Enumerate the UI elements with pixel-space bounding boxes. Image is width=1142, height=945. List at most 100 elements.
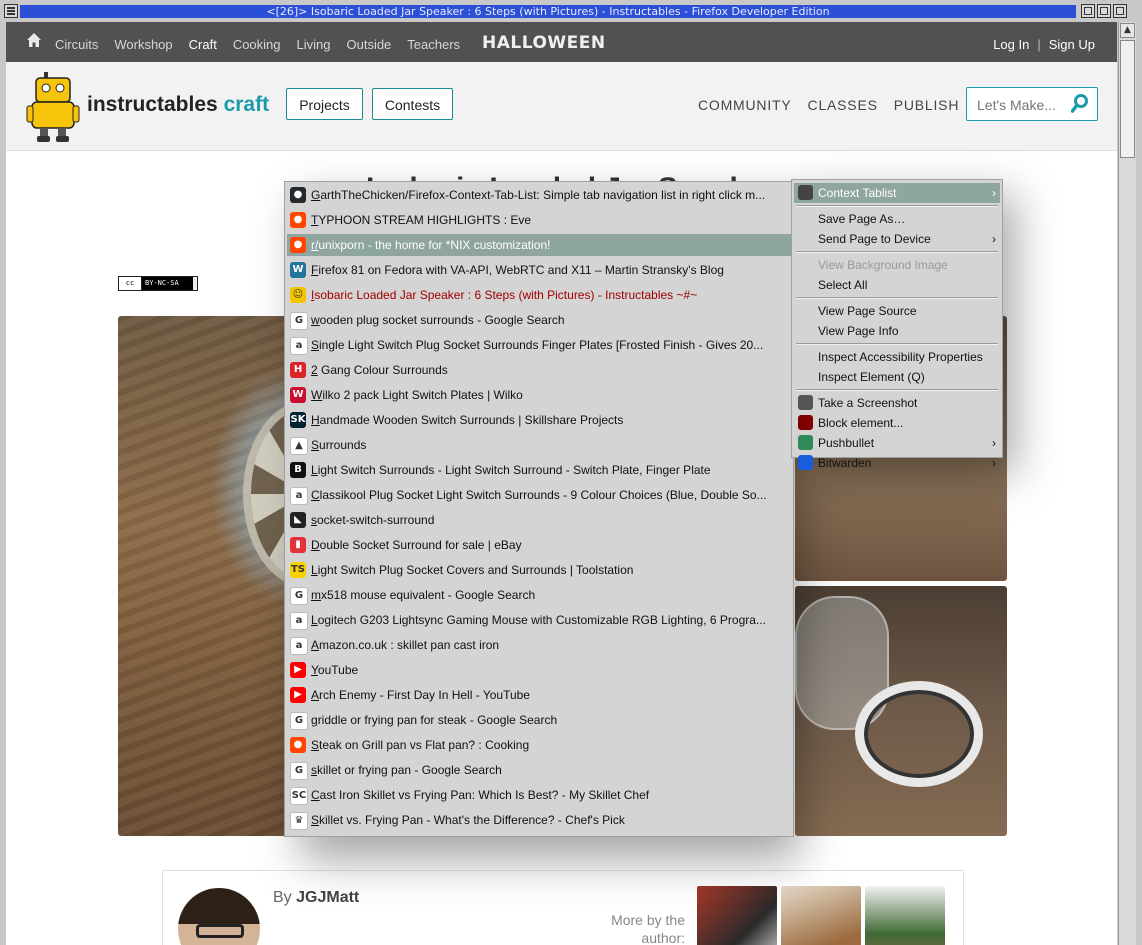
- tablist-item[interactable]: Ggriddle or frying pan for steak - Googl…: [287, 709, 791, 731]
- menu-item-label: Bitwarden: [818, 456, 872, 470]
- tablist-item-label: Classikool Plug Socket Light Switch Surr…: [311, 488, 767, 502]
- tablist-item[interactable]: H 2 Gang Colour Surrounds: [287, 359, 791, 381]
- menu-item-save-page-as[interactable]: Save Page As…: [794, 209, 1000, 229]
- menu-item-take-a-screenshot[interactable]: Take a Screenshot: [794, 393, 1000, 413]
- search-box[interactable]: [966, 87, 1098, 121]
- tablist-item[interactable]: B Light Switch Surrounds - Light Switch S…: [287, 459, 791, 481]
- hamilton-icon: H: [290, 362, 306, 378]
- tablist-item[interactable]: ♛ Skillet vs. Frying Pan - What's the Dif…: [287, 809, 791, 831]
- tablist-item-label: wooden plug socket surrounds - Google Se…: [311, 313, 565, 327]
- menu-item-pushbullet[interactable]: Pushbullet ›: [794, 433, 1000, 453]
- tablist-item[interactable]: ▲ Surrounds: [287, 434, 791, 456]
- author-project-thumb[interactable]: [697, 886, 777, 945]
- tablist-item[interactable]: ● Steak on Grill pan vs Flat pan? : Cooki…: [287, 734, 791, 756]
- signup-link[interactable]: Sign Up: [1049, 37, 1095, 52]
- license-badge[interactable]: cc BY-NC-SA: [118, 276, 198, 291]
- scrollbar-thumb[interactable]: [1120, 40, 1135, 158]
- tablist-item-label: Surrounds: [311, 438, 367, 452]
- contests-button[interactable]: Contests: [372, 88, 453, 120]
- nav-category-teachers[interactable]: Teachers: [407, 37, 460, 52]
- header-link-publish[interactable]: PUBLISH: [894, 97, 960, 113]
- maximize-icon[interactable]: [1097, 4, 1111, 18]
- tablist-item[interactable]: a Amazon.co.uk : skillet pan cast iron: [287, 634, 791, 656]
- github-icon: ●: [290, 187, 306, 203]
- tablist-item[interactable]: ▶ Arch Enemy - First Day In Hell - YouTub…: [287, 684, 791, 706]
- tablist-item-label: Isobaric Loaded Jar Speaker : 6 Steps (w…: [311, 288, 698, 302]
- minimize-icon[interactable]: [1081, 4, 1095, 18]
- projects-button[interactable]: Projects: [286, 88, 363, 120]
- chefspick-icon: ♛: [290, 812, 308, 830]
- close-icon[interactable]: [1113, 4, 1127, 18]
- reddit-icon: ●: [290, 737, 306, 753]
- menu-item-view-page-source[interactable]: View Page Source: [794, 301, 1000, 321]
- menu-separator: [796, 297, 998, 299]
- tablist-item[interactable]: ◣ socket-switch-surround: [287, 509, 791, 531]
- tablist-item-label: Cast Iron Skillet vs Frying Pan: Which I…: [311, 788, 650, 802]
- window-menu-icon[interactable]: [4, 4, 18, 18]
- author-name[interactable]: JGJMatt: [296, 889, 359, 906]
- menu-item-select-all[interactable]: Select All: [794, 275, 1000, 295]
- tablist-item-label: GarthTheChicken/Firefox-Context-Tab-List…: [311, 188, 766, 202]
- tablist-item-label: Skillet vs. Frying Pan - What's the Diff…: [311, 813, 625, 827]
- tablist-item-label: skillet or frying pan - Google Search: [311, 763, 502, 777]
- author-project-thumb[interactable]: [865, 886, 945, 945]
- header-link-community[interactable]: COMMUNITY: [698, 97, 792, 113]
- tablist-item[interactable]: W Firefox 81 on Fedora with VA-API, WebRT…: [287, 259, 791, 281]
- window-title: <[26]> Isobaric Loaded Jar Speaker : 6 S…: [266, 5, 830, 18]
- search-input[interactable]: [975, 94, 1071, 116]
- menu-item-inspect-element-q[interactable]: Inspect Element (Q): [794, 367, 1000, 387]
- skilletchef-icon: SC: [290, 787, 308, 805]
- tablist-item[interactable]: Gmx518 mouse equivalent - Google Search: [287, 584, 791, 606]
- menu-item-block-element[interactable]: Block element...: [794, 413, 1000, 433]
- tablist-item[interactable]: ● TYPHOON STREAM HIGHLIGHTS : Eve: [287, 209, 791, 231]
- nav-category-outside[interactable]: Outside: [346, 37, 391, 52]
- author-project-thumb[interactable]: [781, 886, 861, 945]
- tablist-item[interactable]: W Wilko 2 pack Light Switch Plates | Wilk…: [287, 384, 791, 406]
- tablist-item[interactable]: ● GarthTheChicken/Firefox-Context-Tab-Lis…: [287, 184, 791, 206]
- tablist-item[interactable]: SK Handmade Wooden Switch Surrounds | Ski…: [287, 409, 791, 431]
- tablist-item-label: Handmade Wooden Switch Surrounds | Skill…: [311, 413, 624, 427]
- tablist-item[interactable]: SC Cast Iron Skillet vs Frying Pan: Which…: [287, 784, 791, 806]
- menu-item-bitwarden[interactable]: Bitwarden ›: [794, 453, 1000, 473]
- halloween-promo[interactable]: HALLOWEEN: [482, 33, 606, 53]
- amazon-icon: a: [290, 337, 308, 355]
- tablist-item[interactable]: ☺ Isobaric Loaded Jar Speaker : 6 Steps (…: [287, 284, 791, 306]
- tablist-item[interactable]: Gskillet or frying pan - Google Search: [287, 759, 791, 781]
- instructables-robot-logo[interactable]: [26, 70, 84, 144]
- nav-category-living[interactable]: Living: [297, 37, 331, 52]
- brand-main: instructables: [87, 93, 218, 116]
- vertical-scrollbar[interactable]: ▲: [1118, 22, 1136, 945]
- tablist-item[interactable]: ● r/unixporn - the home for *NIX customiz…: [287, 234, 791, 256]
- nav-category-circuits[interactable]: Circuits: [55, 37, 98, 52]
- menu-item-view-page-info[interactable]: View Page Info: [794, 321, 1000, 341]
- tablist-item-label: Wilko 2 pack Light Switch Plates | Wilko: [311, 388, 523, 402]
- home-icon[interactable]: [26, 32, 42, 48]
- b-icon: B: [290, 462, 306, 478]
- header-link-classes[interactable]: CLASSES: [808, 97, 878, 113]
- chevron-right-icon: ›: [992, 232, 996, 246]
- login-link[interactable]: Log In: [993, 37, 1029, 52]
- tablist-item[interactable]: TS Light Switch Plug Socket Covers and Su…: [287, 559, 791, 581]
- menu-item-context-tablist[interactable]: Context Tablist ›: [794, 183, 1000, 203]
- youtube-icon: ▶: [290, 687, 306, 703]
- menu-item-send-page-to-device[interactable]: Send Page to Device ›: [794, 229, 1000, 249]
- brand-wordmark[interactable]: instructables craft: [87, 92, 269, 118]
- menu-item-inspect-accessibility-properties[interactable]: Inspect Accessibility Properties: [794, 347, 1000, 367]
- scroll-up-icon[interactable]: ▲: [1120, 23, 1135, 38]
- google-icon: G: [290, 312, 308, 330]
- tablist-item[interactable]: ▶ YouTube: [287, 659, 791, 681]
- tablist-item[interactable]: a Single Light Switch Plug Socket Surroun…: [287, 334, 791, 356]
- nav-category-craft[interactable]: Craft: [189, 37, 217, 52]
- avatar[interactable]: [178, 888, 260, 945]
- tablist-item[interactable]: a Logitech G203 Lightsync Gaming Mouse wi…: [287, 609, 791, 631]
- tablist-item[interactable]: a Classikool Plug Socket Light Switch Sur…: [287, 484, 791, 506]
- photo-thumbnail-2[interactable]: [795, 586, 1007, 836]
- category-nav: Circuits Workshop Craft Cooking Living Outsid…: [55, 37, 476, 52]
- window-titlebar[interactable]: <[26]> Isobaric Loaded Jar Speaker : 6 S…: [0, 0, 1142, 22]
- search-icon[interactable]: [1071, 94, 1089, 114]
- tablist-item[interactable]: Gwooden plug socket surrounds - Google S…: [287, 309, 791, 331]
- nav-category-workshop[interactable]: Workshop: [114, 37, 172, 52]
- menu-item-label: Take a Screenshot: [818, 396, 918, 410]
- tablist-item[interactable]: ▮ Double Socket Surround for sale | eBay: [287, 534, 791, 556]
- nav-category-cooking[interactable]: Cooking: [233, 37, 281, 52]
